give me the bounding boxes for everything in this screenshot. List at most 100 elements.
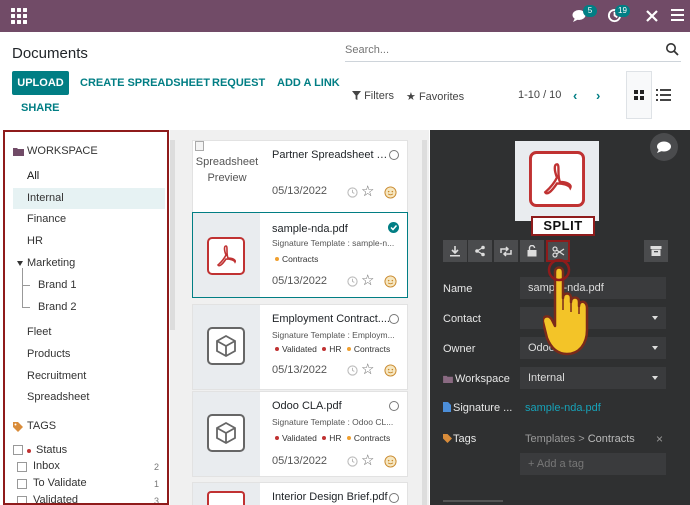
add-tag-input[interactable]: + Add a tag — [520, 453, 666, 475]
request-button[interactable]: REQUEST — [212, 71, 265, 95]
top-navbar: 5 19 — [0, 0, 690, 32]
chatter-button[interactable] — [650, 133, 678, 161]
scissors-icon — [552, 246, 565, 258]
favorite-star-icon[interactable]: ☆ — [361, 271, 374, 289]
tag-icon — [443, 434, 452, 443]
card-selected-check-icon[interactable] — [388, 222, 399, 233]
favorites-toggle[interactable]: ★ Favorites — [406, 90, 464, 103]
signature-link[interactable]: sample-nda.pdf — [525, 402, 601, 414]
search-bar[interactable] — [345, 40, 681, 62]
hamburger-menu-icon[interactable] — [671, 9, 684, 21]
inbox-checkbox[interactable] — [17, 462, 27, 472]
pager-previous-icon[interactable]: ‹ — [573, 88, 577, 103]
clock-icon[interactable] — [347, 456, 358, 467]
share-document-button[interactable] — [468, 240, 492, 262]
kanban-view-button[interactable] — [626, 71, 652, 119]
validated-checkbox[interactable] — [17, 496, 27, 503]
activities-section-header — [443, 500, 503, 505]
add-link-button[interactable]: ADD A LINK — [277, 71, 340, 95]
sidebar-item-hr[interactable]: HR — [13, 231, 165, 252]
tag-label: Contracts — [353, 433, 391, 443]
status-validated-label[interactable]: Validated — [33, 494, 78, 503]
favorite-star-icon[interactable]: ☆ — [361, 451, 374, 469]
download-button[interactable] — [443, 240, 467, 262]
document-card[interactable]: Odoo CLA.pdf Signature Template : Odoo C… — [192, 391, 408, 477]
status-inbox-label[interactable]: Inbox — [33, 460, 60, 472]
filters-label: Filters — [364, 90, 395, 102]
archive-icon — [650, 246, 662, 256]
sidebar-item-finance[interactable]: Finance — [13, 209, 165, 230]
status-to-validate-label[interactable]: To Validate — [33, 477, 87, 489]
debug-tools-icon[interactable] — [646, 10, 658, 22]
kanban-view-icon — [634, 90, 644, 100]
retweet-icon — [500, 246, 512, 257]
sidebar-item-recruitment[interactable]: Recruitment — [13, 366, 165, 387]
apps-menu-icon[interactable] — [11, 8, 27, 24]
card-select-radio[interactable] — [389, 150, 399, 160]
kanban-scrollbar[interactable] — [422, 140, 427, 505]
document-preview[interactable] — [515, 141, 599, 221]
card-thumbnail — [193, 483, 260, 505]
split-annotation-label: SPLIT — [531, 216, 595, 236]
tag-facet: Templates — [525, 433, 576, 445]
card-select-radio[interactable] — [389, 493, 399, 503]
status-group-label: Status — [36, 444, 68, 456]
clock-icon[interactable] — [347, 365, 358, 376]
sidebar-item-brand-1[interactable]: Brand 1 — [13, 275, 165, 296]
tag-label: HR — [329, 433, 342, 443]
card-actions: ☆ — [347, 360, 399, 378]
contact-field[interactable] — [520, 307, 666, 329]
folder-icon — [13, 148, 24, 156]
sidebar-item-all[interactable]: All — [13, 166, 165, 187]
card-date: 05/13/2022 — [272, 185, 328, 197]
document-card-selected[interactable]: sample-nda.pdf Signature Template : samp… — [192, 212, 408, 298]
document-card[interactable]: Employment Contract.... Signature Templa… — [192, 304, 408, 390]
binary-file-icon — [207, 414, 245, 452]
sidebar-item-products[interactable]: Products — [13, 344, 165, 365]
list-view-icon[interactable] — [656, 88, 672, 102]
pdf-file-icon — [207, 237, 245, 275]
to-validate-checkbox[interactable] — [17, 479, 27, 489]
tag-dot-icon — [275, 257, 279, 261]
search-icon[interactable] — [665, 42, 679, 56]
sidebar-item-brand-2[interactable]: Brand 2 — [13, 297, 165, 318]
document-card[interactable]: Interior Design Brief.pdf — [192, 482, 408, 505]
upload-button[interactable]: UPLOAD — [12, 71, 69, 95]
workspace-field[interactable]: Internal — [520, 367, 666, 389]
share-button[interactable]: SHARE — [21, 96, 60, 120]
owner-field[interactable]: Odoo — [520, 337, 666, 359]
search-input[interactable] — [345, 40, 645, 60]
sidebar-item-internal[interactable]: Internal — [13, 188, 165, 209]
status-checkbox[interactable] — [13, 445, 23, 455]
left-scrollbar[interactable] — [170, 140, 175, 330]
favorite-star-icon[interactable]: ☆ — [361, 182, 374, 200]
name-field[interactable]: sample-nda.pdf — [520, 277, 666, 299]
favorite-star-icon[interactable]: ☆ — [361, 360, 374, 378]
sidebar-item-fleet[interactable]: Fleet — [13, 322, 165, 343]
clock-icon[interactable] — [347, 276, 358, 287]
pager-value[interactable]: 1-10 / 10 — [518, 89, 561, 101]
lock-button[interactable] — [520, 240, 544, 262]
card-actions: ☆ — [347, 182, 399, 200]
tag-label: HR — [329, 344, 342, 354]
dropdown-caret-icon — [652, 376, 658, 380]
avatar-icon — [384, 364, 397, 377]
remove-tag-icon[interactable]: × — [656, 432, 663, 446]
sidebar-item-spreadsheet[interactable]: Spreadsheet — [13, 387, 165, 408]
card-select-radio[interactable] — [389, 314, 399, 324]
download-icon — [450, 246, 460, 257]
pager-next-icon[interactable]: › — [596, 88, 600, 103]
card-thumbnail — [193, 213, 260, 297]
replace-button[interactable] — [494, 240, 518, 262]
card-select-radio[interactable] — [389, 401, 399, 411]
card-title: Interior Design Brief.pdf — [272, 491, 388, 503]
create-spreadsheet-button[interactable]: CREATE SPREADSHEET — [80, 71, 210, 95]
archive-button[interactable] — [644, 240, 668, 262]
filters-toggle[interactable]: Filters — [352, 90, 394, 102]
name-field-label: Name — [443, 283, 473, 295]
status-dot-icon — [27, 449, 31, 453]
sidebar-item-marketing[interactable]: Marketing — [13, 253, 165, 274]
card-actions: ☆ — [347, 451, 399, 469]
clock-icon[interactable] — [347, 187, 358, 198]
card-subtitle: Signature Template : Employm... — [272, 330, 395, 340]
